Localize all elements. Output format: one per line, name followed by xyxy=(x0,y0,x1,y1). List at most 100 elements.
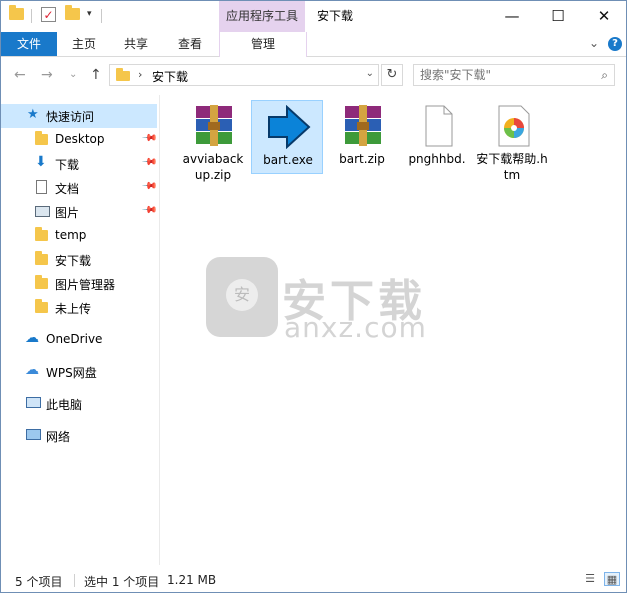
file-name: bart.exe xyxy=(263,153,313,167)
search-input[interactable] xyxy=(420,67,590,83)
breadcrumb[interactable]: 安下载 xyxy=(152,68,188,85)
properties-icon[interactable]: ✓ xyxy=(41,7,56,22)
pin-icon: 📌 xyxy=(140,202,158,219)
nav-item-anxiazai[interactable]: 安下载 xyxy=(1,248,157,272)
cloud-icon: ☁ xyxy=(25,330,39,346)
tab-manage[interactable]: 管理 xyxy=(219,32,307,57)
star-icon: ★ xyxy=(27,107,39,122)
nav-label: 快速访问 xyxy=(46,110,95,124)
tab-share[interactable]: 共享 xyxy=(113,32,159,56)
up-arrow-icon[interactable]: ↑ xyxy=(90,67,102,83)
navigation-pane: ★ 快速访问 Desktop 📌 ⬇ 下载 📌 文档 📌 图片 📌 temp 安… xyxy=(1,95,160,565)
html-file-icon xyxy=(498,105,530,147)
file-name: pnghhbd. xyxy=(408,152,466,166)
quick-access-dropdown-icon[interactable]: ▾ xyxy=(87,9,92,19)
file-name: bart.zip xyxy=(339,152,385,166)
nav-label: 下载 xyxy=(55,158,80,172)
chevron-right-icon[interactable]: › xyxy=(138,68,142,81)
close-button[interactable]: ✕ xyxy=(581,1,626,32)
navigation-bar: ← → ⌄ ↑ › 安下载 ⌄ ↻ ⌕ xyxy=(1,57,626,94)
address-dropdown-icon[interactable]: ⌄ xyxy=(366,68,374,79)
tab-home[interactable]: 主页 xyxy=(61,32,107,56)
file-item[interactable]: bart.exe xyxy=(251,100,323,174)
folder-icon xyxy=(35,227,49,242)
nav-item-picture-manager[interactable]: 图片管理器 xyxy=(1,272,157,296)
file-item[interactable]: bart.zip xyxy=(326,100,398,174)
nav-item-onedrive[interactable]: ☁ OneDrive xyxy=(1,328,157,352)
nav-label: 此电脑 xyxy=(46,398,83,412)
tab-view[interactable]: 查看 xyxy=(167,32,213,56)
help-icon[interactable]: ? xyxy=(608,37,622,51)
separator xyxy=(101,9,102,23)
pin-icon: 📌 xyxy=(140,130,158,147)
large-icons-view-icon[interactable]: ▦ xyxy=(604,572,620,586)
maximize-button[interactable]: ☐ xyxy=(535,1,581,32)
nav-item-this-pc[interactable]: 此电脑 xyxy=(1,392,157,416)
file-item[interactable]: 安下载帮助.htm xyxy=(476,100,548,182)
folder-icon xyxy=(9,5,24,20)
nav-item-wps[interactable]: ☁ WPS网盘 xyxy=(1,360,157,384)
forward-arrow-icon[interactable]: → xyxy=(41,67,53,83)
picture-icon xyxy=(35,206,50,217)
item-count: 5 个项目 xyxy=(15,575,63,589)
folder-icon xyxy=(35,299,49,314)
separator xyxy=(74,574,75,587)
details-view-icon[interactable]: ☰ xyxy=(582,572,598,586)
download-icon: ⬇ xyxy=(35,154,47,170)
nav-label: OneDrive xyxy=(46,332,103,346)
folder-icon xyxy=(35,251,49,266)
blue-arrow-exe-icon xyxy=(268,105,311,149)
search-box[interactable]: ⌕ xyxy=(413,64,615,86)
nav-label: 安下载 xyxy=(55,254,92,268)
selected-size: 1.21 MB xyxy=(167,573,217,587)
ribbon-tabs: 文件 主页 共享 查看 管理 ⌄ ? xyxy=(1,32,626,57)
file-list[interactable]: avviaback up.zip bart.exe bart.zip pnghh… xyxy=(160,95,626,565)
nav-item-downloads[interactable]: ⬇ 下载 📌 xyxy=(1,152,158,176)
folder-icon xyxy=(116,68,130,81)
refresh-icon[interactable]: ↻ xyxy=(381,64,403,86)
nav-item-desktop[interactable]: Desktop 📌 xyxy=(1,128,158,152)
nav-label: 图片管理器 xyxy=(55,278,116,292)
nav-label: 文档 xyxy=(55,182,80,196)
nav-item-temp[interactable]: temp xyxy=(1,224,157,248)
tab-file[interactable]: 文件 xyxy=(1,32,57,56)
watermark-logo xyxy=(206,257,278,337)
document-icon xyxy=(36,180,47,194)
folder-icon xyxy=(35,131,49,146)
nav-item-network[interactable]: 网络 xyxy=(1,424,157,448)
watermark-subtitle: anxz.com xyxy=(284,311,427,344)
nav-item-documents[interactable]: 文档 📌 xyxy=(1,176,158,200)
file-item[interactable]: pnghhbd. xyxy=(401,100,473,174)
nav-item-not-uploaded[interactable]: 未上传 xyxy=(1,296,157,320)
nav-item-pictures[interactable]: 图片 📌 xyxy=(1,200,158,224)
minimize-button[interactable]: — xyxy=(489,1,535,32)
address-bar[interactable]: › 安下载 ⌄ xyxy=(109,64,379,86)
selected-count: 选中 1 个项目 xyxy=(84,575,160,589)
separator xyxy=(31,9,32,23)
nav-quick-access[interactable]: ★ 快速访问 xyxy=(1,104,157,128)
folder-icon xyxy=(35,275,49,290)
pin-icon: 📌 xyxy=(140,154,158,171)
explorer-window: ✓ ▾ 应用程序工具 安下载 — ☐ ✕ 文件 主页 共享 查看 管理 ⌄ ? … xyxy=(0,0,627,593)
nav-label: 网络 xyxy=(46,430,71,444)
nav-label: Desktop xyxy=(55,132,105,146)
file-item[interactable]: avviaback up.zip xyxy=(177,100,249,182)
new-folder-icon[interactable] xyxy=(65,5,80,20)
nav-label: 未上传 xyxy=(55,302,92,316)
recent-locations-icon[interactable]: ⌄ xyxy=(69,69,77,80)
network-icon xyxy=(26,429,41,440)
ribbon-expand-icon[interactable]: ⌄ xyxy=(589,36,599,50)
nav-label: 图片 xyxy=(55,206,80,220)
blank-file-icon xyxy=(425,105,453,147)
title-bar: ✓ ▾ 应用程序工具 安下载 — ☐ ✕ xyxy=(1,1,626,32)
context-tab-title: 应用程序工具 xyxy=(219,1,305,32)
status-bar: 5 个项目 选中 1 个项目 1.21 MB ☰ ▦ xyxy=(1,568,626,592)
back-arrow-icon[interactable]: ← xyxy=(14,67,26,83)
computer-icon xyxy=(26,397,41,408)
wps-cloud-icon: ☁ xyxy=(25,362,39,378)
file-name: avviaback up.zip xyxy=(182,152,244,182)
search-icon[interactable]: ⌕ xyxy=(601,68,608,83)
window-title: 安下载 xyxy=(317,9,354,23)
file-name: 安下载帮助.htm xyxy=(476,152,548,182)
nav-label: temp xyxy=(55,228,87,242)
